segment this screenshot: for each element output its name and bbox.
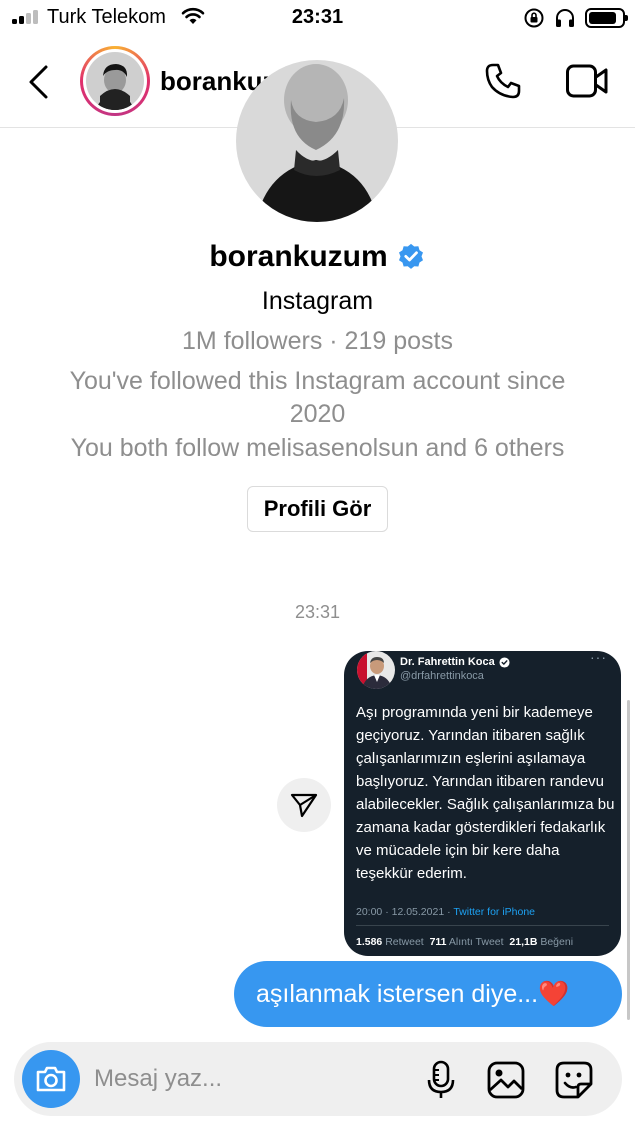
scrollbar[interactable]	[627, 700, 630, 1020]
microphone-icon[interactable]	[424, 1060, 458, 1100]
sent-message-text: aşılanmak istersen diye...❤️	[256, 979, 570, 1008]
profile-subtitle: Instagram	[261, 287, 374, 315]
headphones-icon	[556, 9, 574, 27]
shared-tweet-card[interactable]: Dr. Fahrettin Koca @drfahrettinkoca ··· …	[344, 651, 621, 956]
tweet-like-label: Beğeni	[540, 936, 574, 948]
profile-photo-image	[236, 60, 398, 222]
share-button[interactable]	[277, 778, 331, 832]
message-composer	[14, 1042, 622, 1116]
message-input[interactable]	[94, 1062, 394, 1096]
avatar-photo	[86, 52, 144, 110]
tweet-divider	[356, 925, 609, 926]
sent-message-bubble[interactable]: aşılanmak istersen diye...❤️	[234, 961, 622, 1027]
profile-followed-since: You've followed this Instagram account s…	[69, 367, 566, 428]
status-bar: Turk Telekom 23:31	[0, 0, 635, 36]
gallery-icon[interactable]	[486, 1060, 526, 1100]
tweet-quote-count: 711	[429, 936, 447, 948]
tweet-like-count: 21,1B	[509, 936, 538, 948]
tweet-text: Aşı programında yeni bir kademeye geçiyo…	[356, 704, 615, 882]
tweet-retweet-count: 1.586	[356, 936, 383, 948]
profile-username-group: borankuzum	[0, 240, 635, 274]
view-profile-button[interactable]: Profili Gör	[247, 486, 388, 532]
camera-button[interactable]	[22, 1050, 80, 1108]
sticker-icon[interactable]	[554, 1060, 594, 1100]
verified-badge-icon	[398, 243, 423, 269]
video-camera-icon[interactable]	[565, 63, 609, 99]
battery-icon	[585, 8, 628, 28]
profile-photo[interactable]	[236, 60, 398, 222]
share-icon	[290, 793, 318, 818]
tweet-author-name: Dr. Fahrettin Koca	[400, 656, 495, 668]
tweet-quote-label: Alıntı Tweet	[448, 936, 504, 948]
profile-mutual-followers: You both follow melisasenolsun and 6 oth…	[70, 434, 565, 462]
orientation-lock-icon	[524, 8, 544, 28]
tweet-source: Twitter for iPhone	[453, 906, 536, 918]
tweet-author-photo	[357, 651, 395, 689]
tweet-author-handle: @drfahrettinkoca	[400, 670, 484, 682]
tweet-stats: 1.586 Retweet 711 Alıntı Tweet 21,1B Beğ…	[356, 936, 573, 948]
verified-badge-icon	[499, 656, 510, 668]
more-options-icon: ···	[590, 651, 607, 665]
back-chevron-icon[interactable]	[26, 64, 52, 100]
profile-stats: 1M followers · 219 posts	[182, 327, 453, 355]
phone-icon[interactable]	[484, 62, 522, 100]
camera-icon	[36, 1066, 66, 1092]
message-timestamp: 23:31	[294, 602, 341, 622]
tweet-meta: 20:00 · 12.05.2021 · Twitter for iPhone	[356, 906, 535, 918]
tweet-retweet-label: Retweet	[385, 936, 424, 948]
tweet-time-date: 20:00 · 12.05.2021 ·	[356, 906, 451, 918]
header-avatar[interactable]	[80, 46, 150, 116]
tweet-author-name-group: Dr. Fahrettin Koca	[400, 656, 510, 668]
profile-username: borankuzum	[209, 240, 388, 273]
tweet-author-avatar	[357, 651, 395, 689]
